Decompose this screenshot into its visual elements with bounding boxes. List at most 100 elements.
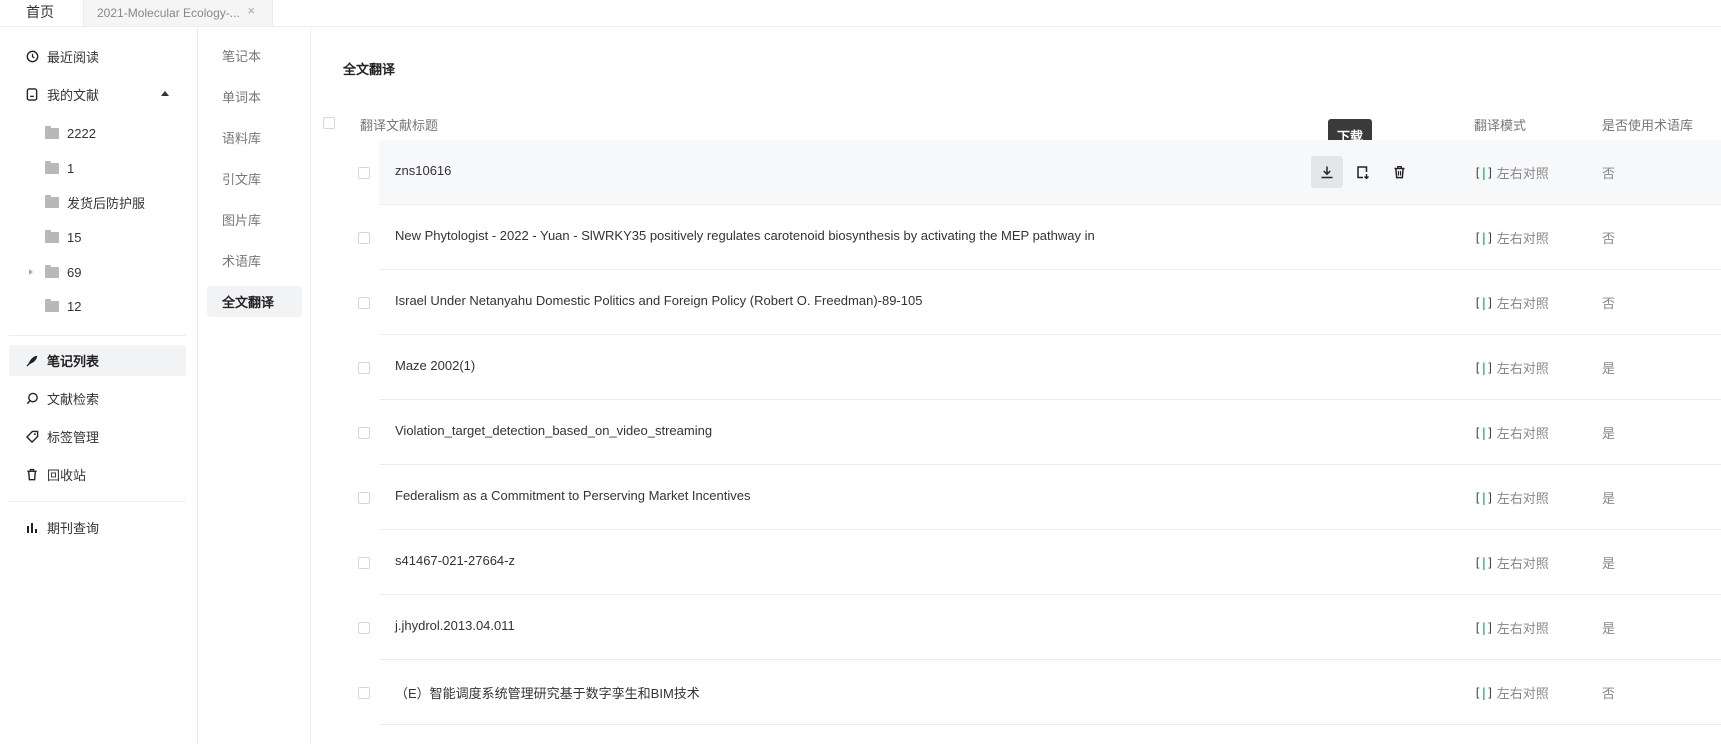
row-checkbox[interactable] bbox=[358, 427, 370, 439]
folder-icon bbox=[45, 160, 59, 174]
folder-item[interactable]: 15 bbox=[45, 227, 81, 247]
row-title[interactable]: s41467-021-27664-z bbox=[395, 553, 515, 568]
subnav-item-vocabulary[interactable]: 单词本 bbox=[207, 81, 302, 112]
row-checkbox[interactable] bbox=[358, 297, 370, 309]
subnav-item-full-translation[interactable]: 全文翻译 bbox=[207, 286, 302, 317]
row-mode-label: 左右对照 bbox=[1496, 361, 1549, 376]
folder-icon bbox=[45, 229, 59, 243]
row-mode: [|] 左右对照 bbox=[1474, 358, 1549, 377]
subnav-item-images[interactable]: 图片库 bbox=[207, 204, 302, 235]
side-by-side-icon: [|] bbox=[1474, 230, 1494, 245]
folder-icon bbox=[45, 264, 59, 278]
export-button[interactable] bbox=[1347, 156, 1379, 188]
row-term: 否 bbox=[1602, 296, 1616, 311]
delete-button[interactable] bbox=[1383, 156, 1415, 188]
folder-icon bbox=[45, 194, 59, 208]
side-by-side-icon: [|] bbox=[1474, 555, 1494, 570]
row-checkbox[interactable] bbox=[358, 687, 370, 699]
folder-label: 12 bbox=[67, 298, 82, 314]
sidebar-item-search[interactable]: 文献检索 bbox=[9, 383, 186, 414]
subnav-item-notebook[interactable]: 笔记本 bbox=[207, 40, 302, 71]
row-checkbox[interactable] bbox=[358, 557, 370, 569]
row-title[interactable]: （E）智能调度系统管理研究基于数字孪生和BIM技术 bbox=[395, 683, 700, 702]
row-checkbox[interactable] bbox=[358, 362, 370, 374]
folder-item[interactable]: 69 bbox=[45, 262, 81, 282]
row-term: 是 bbox=[1602, 426, 1616, 441]
subnav-item-terms[interactable]: 术语库 bbox=[207, 245, 302, 276]
row-mode-label: 左右对照 bbox=[1496, 426, 1549, 441]
collapse-caret-icon[interactable] bbox=[161, 91, 169, 96]
sidebar-item-my-docs[interactable]: 我的文献 bbox=[9, 79, 186, 110]
row-title[interactable]: Israel Under Netanyahu Domestic Politics… bbox=[395, 293, 922, 308]
sidebar-item-notes-list[interactable]: 笔记列表 bbox=[9, 345, 186, 376]
row-term: 否 bbox=[1602, 231, 1616, 246]
table-row[interactable]: Maze 2002(1) [|] 左右对照 是 bbox=[358, 335, 1721, 400]
subnav-item-corpus[interactable]: 语料库 bbox=[207, 122, 302, 153]
row-title[interactable]: zns10616 bbox=[395, 163, 451, 178]
row-mode: [|] 左右对照 bbox=[1474, 293, 1549, 312]
folder-label: 发货后防护服 bbox=[67, 195, 146, 211]
row-mode: [|] 左右对照 bbox=[1474, 423, 1549, 442]
table-row[interactable]: s41467-021-27664-z [|] 左右对照 是 bbox=[358, 530, 1721, 595]
sidebar-item-label: 我的文献 bbox=[47, 88, 100, 103]
table-row[interactable]: Federalism as a Commitment to Perserving… bbox=[358, 465, 1721, 530]
row-term: 是 bbox=[1602, 621, 1616, 636]
row-mode-label: 左右对照 bbox=[1496, 491, 1549, 506]
feather-icon bbox=[25, 354, 39, 368]
tab-bar: 首页 2021-Molecular Ecology-... × bbox=[0, 0, 1721, 27]
expand-arrow-icon[interactable] bbox=[29, 269, 33, 275]
select-all-checkbox[interactable] bbox=[323, 117, 335, 129]
row-checkbox[interactable] bbox=[358, 232, 370, 244]
sidebar-item-recent[interactable]: 最近阅读 bbox=[9, 41, 186, 72]
table-row[interactable]: （E）智能调度系统管理研究基于数字孪生和BIM技术 [|] 左右对照 否 bbox=[358, 660, 1721, 725]
row-title[interactable]: New Phytologist - 2022 - Yuan - SlWRKY35… bbox=[395, 228, 1095, 243]
row-mode-label: 左右对照 bbox=[1496, 621, 1549, 636]
row-checkbox[interactable] bbox=[358, 622, 370, 634]
row-title[interactable]: j.jhydrol.2013.04.011 bbox=[395, 618, 515, 633]
row-title[interactable]: Maze 2002(1) bbox=[395, 358, 475, 373]
row-mode-label: 左右对照 bbox=[1496, 556, 1549, 571]
folder-item[interactable]: 发货后防护服 bbox=[45, 192, 145, 212]
divider bbox=[9, 501, 186, 502]
sidebar-item-trash[interactable]: 回收站 bbox=[9, 459, 186, 490]
tab-document-label: 2021-Molecular Ecology-... bbox=[97, 6, 240, 20]
side-by-side-icon: [|] bbox=[1474, 295, 1494, 310]
row-actions bbox=[1311, 156, 1415, 188]
sidebar-item-label: 文献检索 bbox=[47, 392, 100, 407]
subnav-item-citations[interactable]: 引文库 bbox=[207, 163, 302, 194]
row-checkbox[interactable] bbox=[358, 167, 370, 179]
table-row[interactable]: Israel Under Netanyahu Domestic Politics… bbox=[358, 270, 1721, 335]
row-mode-label: 左右对照 bbox=[1496, 166, 1549, 181]
table-row[interactable]: Violation_target_detection_based_on_vide… bbox=[358, 400, 1721, 465]
download-icon bbox=[1321, 166, 1333, 179]
folder-label: 2222 bbox=[67, 125, 96, 141]
row-mode: [|] 左右对照 bbox=[1474, 618, 1549, 637]
row-checkbox[interactable] bbox=[358, 492, 370, 504]
side-by-side-icon: [|] bbox=[1474, 165, 1494, 180]
side-by-side-icon: [|] bbox=[1474, 425, 1494, 440]
tab-document[interactable]: 2021-Molecular Ecology-... × bbox=[83, 0, 273, 27]
row-term: 是 bbox=[1602, 556, 1616, 571]
row-mode: [|] 左右对照 bbox=[1474, 163, 1549, 182]
sidebar: 最近阅读 我的文献 2222 1 发货后防护服 15 69 12 笔记列表 文献… bbox=[0, 28, 198, 744]
table-row[interactable]: New Phytologist - 2022 - Yuan - SlWRKY35… bbox=[358, 205, 1721, 270]
folder-item[interactable]: 2222 bbox=[45, 123, 96, 143]
table-row[interactable]: zns10616 [|] 左右对照 否 bbox=[358, 140, 1721, 205]
sidebar-item-journals[interactable]: 期刊查询 bbox=[9, 512, 186, 543]
main-content: 全文翻译 翻译文献标题 翻译模式 是否使用术语库 下载 zns10616 [|]… bbox=[312, 28, 1721, 744]
sidebar-item-tags[interactable]: 标签管理 bbox=[9, 421, 186, 452]
table-row[interactable]: j.jhydrol.2013.04.011 [|] 左右对照 是 bbox=[358, 595, 1721, 660]
tab-home[interactable]: 首页 bbox=[26, 2, 54, 22]
row-mode: [|] 左右对照 bbox=[1474, 228, 1549, 247]
file-export-icon bbox=[1357, 166, 1369, 179]
download-button[interactable] bbox=[1311, 156, 1343, 188]
search-icon bbox=[25, 392, 39, 406]
row-title[interactable]: Federalism as a Commitment to Perserving… bbox=[395, 488, 750, 503]
row-title[interactable]: Violation_target_detection_based_on_vide… bbox=[395, 423, 712, 438]
row-mode: [|] 左右对照 bbox=[1474, 683, 1549, 702]
sidebar-item-label: 回收站 bbox=[47, 468, 87, 483]
folder-item[interactable]: 1 bbox=[45, 158, 74, 178]
folder-item[interactable]: 12 bbox=[45, 296, 81, 316]
row-term: 是 bbox=[1602, 361, 1616, 376]
close-icon[interactable]: × bbox=[247, 3, 255, 18]
